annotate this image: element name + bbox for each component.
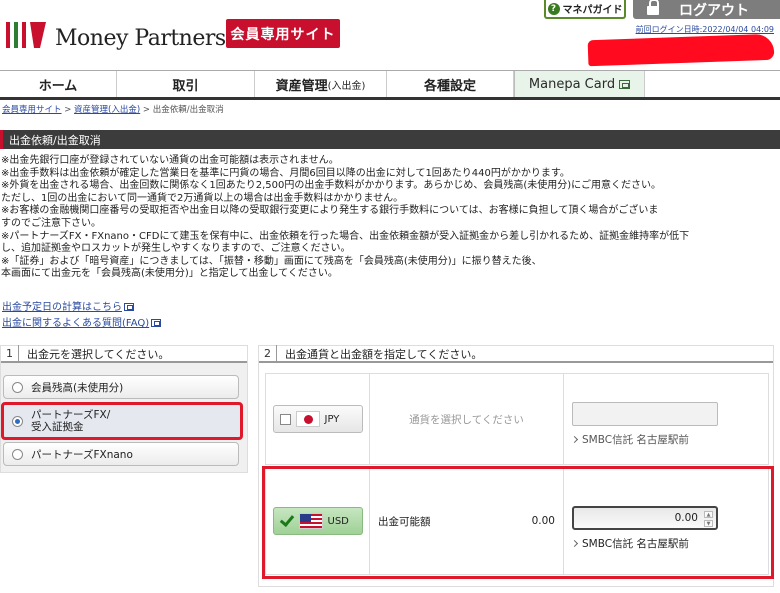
amount-stepper[interactable]: ▲ ▼: [704, 511, 713, 527]
amount-input-usd[interactable]: 0.00 ▲ ▼: [572, 506, 718, 530]
money-partners-logo-icon: [6, 22, 46, 48]
source-option-partners-fxnano[interactable]: パートナーズFXnano: [3, 442, 239, 466]
source-option-member-balance[interactable]: 会員残高(未使用分): [3, 375, 239, 399]
breadcrumb-asset-management[interactable]: 資産管理(入出金): [74, 105, 140, 115]
question-icon: ?: [547, 2, 560, 15]
nav-asset-management[interactable]: 資産管理 (入出金): [255, 71, 387, 97]
amount-input-jpy[interactable]: [572, 402, 718, 426]
radio-selected-icon: [12, 415, 23, 427]
checkbox-icon: [279, 413, 291, 425]
logout-label: ログアウト: [679, 2, 749, 19]
note-line: ※パートナーズFX・FXnano・CFDにて建玉を保有中に、出金依頼を行った場合…: [1, 230, 690, 242]
step-number: 2: [259, 345, 277, 362]
step1-title: 出金元を選択してください。: [27, 347, 170, 361]
currency-toggle-usd[interactable]: USD: [272, 507, 363, 535]
checkmark-icon: [280, 514, 294, 528]
step-number: 1: [1, 345, 19, 362]
nav-settings[interactable]: 各種設定: [387, 71, 514, 97]
available-amount-value: 0.00: [531, 515, 555, 527]
page-title: 出金依頼/出金取消: [0, 130, 780, 149]
stepper-up-icon[interactable]: ▲: [704, 511, 713, 518]
breadcrumb-current: 出金依頼/出金取消: [152, 105, 224, 115]
external-window-icon: [151, 319, 162, 327]
note-line: 本画面にて出金元を「会員残高(未使用分)」と指定して出金してください。: [1, 268, 338, 280]
global-nav: ホーム 取引 資産管理 (入出金) 各種設定 Manepa Card: [0, 70, 780, 100]
bank-info-jpy: SMBC信託 名古屋駅前: [570, 432, 760, 447]
radio-icon: [12, 448, 23, 460]
external-window-icon: [124, 303, 134, 311]
step1-header: 1 出金元を選択してください。: [1, 345, 247, 363]
note-line: ※出金先銀行口座が登録されていない通貨の出金可能額は表示されません。: [1, 155, 339, 166]
available-amount-label: 出金可能額: [378, 515, 431, 528]
member-site-badge: 会員専用サイト: [226, 19, 340, 48]
external-window-icon: [619, 79, 631, 89]
note-line: ※お客様の金融機関口座番号の受取拒否や出金日以降の受取銀行変更により発生する銀行…: [1, 205, 659, 217]
note-line: ※「証券」および「暗号資産」につきましては、「振替・移動」画面にて残高を「会員残…: [1, 255, 542, 267]
manepa-guide-label: マネパガイド: [562, 5, 623, 16]
nav-manepa-card[interactable]: Manepa Card: [514, 71, 645, 97]
step2-currency-panel: 2 出金通貨と出金額を指定してください。 JPY 通貨を選択してください SMB…: [258, 345, 774, 587]
note-line: すのでご注意下さい。: [1, 217, 101, 229]
chevron-right-icon: [570, 435, 579, 444]
nav-trade[interactable]: 取引: [117, 71, 255, 97]
chevron-right-icon: [570, 539, 579, 548]
currency-row-jpy: JPY 通貨を選択してください SMBC信託 名古屋駅前: [265, 373, 769, 465]
manepa-guide-button[interactable]: ? マネパガイド: [544, 0, 626, 19]
logo-text[interactable]: Money Partners: [55, 26, 226, 51]
bank-info-usd: SMBC信託 名古屋駅前: [570, 536, 760, 551]
us-flag-icon: [298, 513, 323, 529]
note-line: ただし、1回の出金において同一通貨で2万通貨以上の場合は出金手数料はかかりません…: [1, 192, 404, 204]
last-login-info: 前回ログイン日時:2022/04/04 04:09: [635, 25, 774, 34]
nav-home[interactable]: ホーム: [0, 71, 117, 97]
faq-link[interactable]: 出金に関するよくある質問(FAQ): [2, 316, 162, 332]
help-links: 出金予定日の計算はこちら 出金に関するよくある質問(FAQ): [2, 300, 162, 332]
source-option-partners-fx[interactable]: パートナーズFX/ 受入証拠金: [1, 402, 243, 440]
note-line: ※出金手数料は出金依頼が確定した営業日を基準に円貨の場合、月間6回目以降の出金に…: [1, 167, 570, 179]
note-line: し、追加証拠金やロスカットが発生しやすくなりますので、ご注意ください。: [1, 243, 351, 255]
step2-title: 出金通貨と出金額を指定してください。: [285, 347, 483, 361]
redaction-mark: [587, 33, 775, 67]
currency-row-usd: USD 出金可能額 0.00 0.00 ▲ ▼ SMBC信託 名古屋駅前: [265, 467, 769, 575]
currency-toggle-jpy[interactable]: JPY: [272, 405, 363, 433]
stepper-down-icon[interactable]: ▼: [704, 520, 713, 527]
lock-icon: [647, 0, 659, 16]
step2-header: 2 出金通貨と出金額を指定してください。: [259, 345, 773, 363]
breadcrumb-member-site[interactable]: 会員専用サイト: [2, 105, 62, 115]
header: Money Partners 会員専用サイト ? マネパガイド ログアウト 前回…: [0, 0, 780, 70]
schedule-calc-link[interactable]: 出金予定日の計算はこちら: [2, 300, 161, 316]
step1-source-panel: 1 出金元を選択してください。 会員残高(未使用分) パートナーズFX/ 受入証…: [0, 345, 248, 473]
logout-button[interactable]: ログアウト: [633, 0, 780, 19]
select-currency-message: 通貨を選択してください: [409, 413, 524, 426]
notes: ※出金先銀行口座が登録されていない通貨の出金可能額は表示されません。 ※出金手数…: [1, 155, 777, 281]
japan-flag-icon: [295, 411, 320, 427]
radio-icon: [12, 381, 23, 393]
note-line: ※外貨を出金される場合、出金回数に関係なく1回あたり2,500円の出金手数料がか…: [1, 180, 661, 192]
breadcrumb: 会員専用サイト > 資産管理(入出金) > 出金依頼/出金取消: [2, 105, 224, 115]
